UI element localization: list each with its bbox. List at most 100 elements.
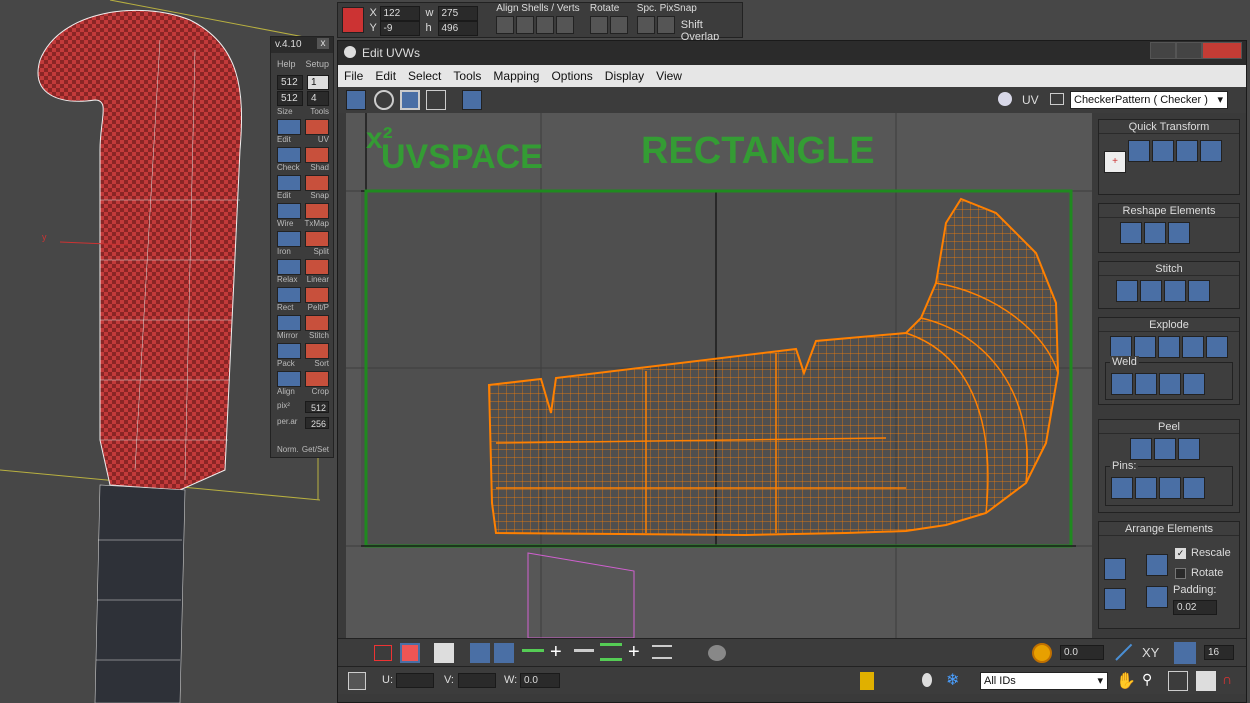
- stitch-target-icon[interactable]: [1116, 280, 1138, 302]
- tool-label-right[interactable]: Snap: [310, 191, 329, 200]
- pivot-center-icon[interactable]: +: [1104, 151, 1126, 173]
- falloff-icon[interactable]: [1115, 643, 1133, 661]
- x-field[interactable]: 122: [379, 6, 420, 21]
- element-mode-icon[interactable]: [434, 643, 454, 663]
- tool-label-left[interactable]: Mirror: [277, 331, 298, 340]
- paint-shrink-icon[interactable]: [734, 645, 752, 661]
- grow-ring-icon[interactable]: +: [628, 642, 640, 662]
- flatten-icon[interactable]: [1158, 336, 1180, 358]
- panel-close-button[interactable]: x: [317, 38, 329, 49]
- tool-label-right[interactable]: Crop: [312, 387, 329, 396]
- align-horizontal-icon[interactable]: [1152, 140, 1174, 162]
- tool-icon[interactable]: [305, 231, 329, 247]
- split-icon[interactable]: [1206, 336, 1228, 358]
- grid-size-field[interactable]: 16: [1204, 645, 1234, 660]
- zoom-region-icon[interactable]: [1168, 671, 1188, 691]
- vertex-mode-icon[interactable]: [348, 645, 364, 661]
- ids-dropdown[interactable]: All IDs ▾: [980, 672, 1108, 690]
- tool-label-left[interactable]: Iron: [277, 247, 291, 256]
- loop-icon[interactable]: [522, 649, 544, 652]
- resolution-2-field[interactable]: 512: [277, 91, 303, 106]
- tool-icon[interactable]: [277, 147, 301, 163]
- tool-icon[interactable]: [277, 119, 301, 135]
- quick-peel-icon[interactable]: [1130, 438, 1152, 460]
- menu-file[interactable]: File: [344, 69, 363, 83]
- resolution-1-field[interactable]: 512: [277, 75, 303, 90]
- tool-icon[interactable]: [305, 371, 329, 387]
- pixsnap-icon[interactable]: [656, 16, 675, 34]
- tool-icon[interactable]: [305, 259, 329, 275]
- ring-icon[interactable]: [600, 643, 622, 661]
- w-field[interactable]: 275: [437, 6, 478, 21]
- norm-button[interactable]: Norm.: [277, 445, 299, 454]
- rotate-icon[interactable]: [374, 90, 394, 110]
- sphere-icon[interactable]: [1182, 336, 1204, 358]
- resolution-select[interactable]: 1: [307, 75, 329, 90]
- tool-icon[interactable]: [305, 287, 329, 303]
- weld-all-icon[interactable]: [1183, 373, 1205, 395]
- pack-group-icon[interactable]: [1146, 586, 1168, 608]
- tool-label-left[interactable]: Wire: [277, 219, 293, 228]
- stitch-source-icon[interactable]: [1164, 280, 1186, 302]
- tool-icon[interactable]: [277, 343, 301, 359]
- menu-mapping[interactable]: Mapping: [493, 69, 539, 83]
- auto-pin-icon[interactable]: [1159, 477, 1181, 499]
- soft-select-icon[interactable]: [1032, 643, 1052, 663]
- menu-display[interactable]: Display: [605, 69, 644, 83]
- rotate-cw-icon[interactable]: [609, 16, 628, 34]
- rotate-ccw-icon[interactable]: [589, 16, 608, 34]
- maximize-button[interactable]: [1176, 42, 1202, 59]
- menu-tools[interactable]: Tools: [453, 69, 481, 83]
- texture-list-icon[interactable]: [1050, 93, 1064, 105]
- face-mode-icon[interactable]: [400, 643, 420, 663]
- reset-peel-icon[interactable]: [1178, 438, 1200, 460]
- value-4-field[interactable]: 4: [307, 91, 329, 106]
- y-field[interactable]: -9: [379, 21, 420, 36]
- rescale-checkbox[interactable]: ✓: [1175, 548, 1186, 559]
- pack-custom-icon[interactable]: [1104, 558, 1126, 580]
- hide-icon[interactable]: [886, 672, 906, 690]
- paint-select-icon[interactable]: [682, 645, 700, 661]
- weld-threshold-icon[interactable]: [1159, 373, 1181, 395]
- setup-button[interactable]: Setup: [305, 59, 329, 69]
- tool-icon[interactable]: [277, 175, 301, 191]
- padding-field[interactable]: 0.02: [1173, 600, 1217, 615]
- space-horizontal-icon[interactable]: [1200, 140, 1222, 162]
- tool-label-right[interactable]: Pelt/P: [308, 303, 329, 312]
- tool-icon[interactable]: [277, 315, 301, 331]
- u-field[interactable]: [396, 673, 434, 688]
- tool-label-left[interactable]: Rect: [277, 303, 293, 312]
- zoom-extents-icon[interactable]: [1196, 671, 1216, 691]
- pack-together-icon[interactable]: [1104, 588, 1126, 610]
- align-vertical-icon[interactable]: [1128, 140, 1150, 162]
- stitch-custom-icon[interactable]: [1188, 280, 1210, 302]
- shrink-icon[interactable]: [494, 643, 514, 663]
- menu-edit[interactable]: Edit: [375, 69, 396, 83]
- tool-label-left[interactable]: Edit: [277, 191, 291, 200]
- tool-label-left[interactable]: Edit: [277, 135, 291, 144]
- pelt-map-icon[interactable]: [1154, 438, 1176, 460]
- rotate-plus-90-icon[interactable]: [1176, 140, 1198, 162]
- space-icon[interactable]: [636, 16, 655, 34]
- edge-mode-icon[interactable]: [374, 645, 392, 661]
- detach-icon[interactable]: [1134, 336, 1156, 358]
- menu-view[interactable]: View: [656, 69, 682, 83]
- weld-target-icon[interactable]: [1111, 373, 1133, 395]
- shrink-loop-icon[interactable]: [574, 649, 594, 652]
- tool-label-left[interactable]: Relax: [277, 275, 297, 284]
- pan-icon[interactable]: ✋: [1116, 671, 1136, 691]
- get-set-button[interactable]: Get/Set: [302, 445, 329, 454]
- tool-icon[interactable]: [305, 175, 329, 191]
- v-field[interactable]: [458, 673, 496, 688]
- freeform-icon[interactable]: [426, 90, 446, 110]
- pivot-icon[interactable]: [342, 7, 364, 33]
- align-bottom-icon[interactable]: [556, 16, 575, 34]
- tool-label-right[interactable]: Shad: [310, 163, 329, 172]
- tool-icon[interactable]: [277, 231, 301, 247]
- lock-icon[interactable]: [860, 672, 874, 690]
- tool-label-left[interactable]: Pack: [277, 359, 295, 368]
- help-button[interactable]: Help: [277, 59, 296, 69]
- unpin-icon[interactable]: [1135, 477, 1157, 499]
- xy-toggle[interactable]: XY: [1142, 645, 1159, 660]
- menu-select[interactable]: Select: [408, 69, 441, 83]
